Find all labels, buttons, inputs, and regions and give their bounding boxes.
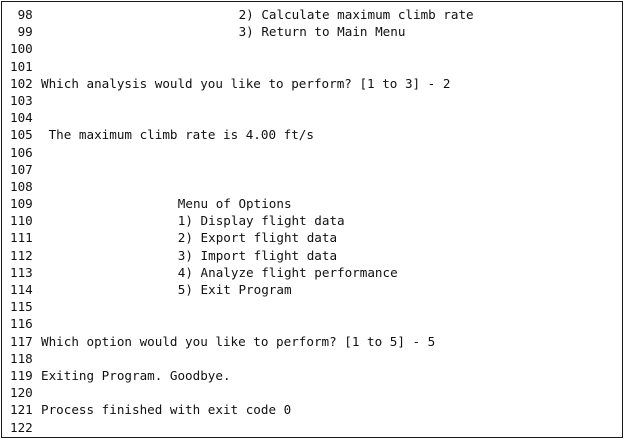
console-line: 122 (10, 419, 618, 436)
line-number: 108 (10, 178, 33, 194)
line-text: Exiting Program. Goodbye. (41, 367, 231, 383)
line-number: 99 (10, 24, 33, 40)
line-number: 101 (10, 58, 33, 74)
line-number: 116 (10, 316, 33, 332)
line-number: 122 (10, 419, 33, 435)
line-number: 105 (10, 127, 33, 143)
line-number: 102 (10, 75, 33, 91)
console-line: 110 1) Display flight data (10, 212, 618, 229)
line-number: 121 (10, 402, 33, 418)
line-number: 110 (10, 213, 33, 229)
console-line: 119 Exiting Program. Goodbye. (10, 367, 618, 384)
line-number: 118 (10, 350, 33, 366)
console-output: 98 2) Calculate maximum climb rate 99 3) R… (1, 1, 623, 438)
console-line: 102 Which analysis would you like to perf… (10, 75, 618, 92)
line-number: 106 (10, 144, 33, 160)
console-line: 109 Menu of Options (10, 195, 618, 212)
console-lines: 98 2) Calculate maximum climb rate 99 3) R… (10, 6, 618, 436)
console-line: 100 (10, 40, 618, 57)
line-number: 104 (10, 110, 33, 126)
console-line: 101 (10, 58, 618, 75)
line-text: Menu of Options (177, 196, 292, 212)
console-line: 104 (10, 109, 618, 126)
line-text: 2) Calculate maximum climb rate (238, 7, 474, 22)
console-line: 120 (10, 384, 618, 401)
console-line: 112 3) Import flight data (10, 247, 618, 264)
line-text: 4) Analyze flight performance (177, 264, 398, 280)
console-line: 118 (10, 350, 618, 367)
line-text: Process finished with exit code 0 (41, 402, 292, 418)
line-number: 98 (10, 7, 33, 22)
line-text: 3) Import flight data (177, 247, 338, 263)
console-line: 116 (10, 315, 618, 332)
console-line: 121 Process finished with exit code 0 (10, 401, 618, 418)
line-text: 3) Return to Main Menu (238, 24, 406, 40)
console-line: 108 (10, 178, 618, 195)
console-line: 103 (10, 92, 618, 109)
line-number: 100 (10, 41, 33, 57)
line-text: Which option would you like to perform? … (41, 333, 436, 349)
console-line: 113 4) Analyze flight performance (10, 264, 618, 281)
line-text: 2) Export flight data (177, 230, 338, 246)
line-number: 114 (10, 282, 33, 297)
line-text: 1) Display flight data (177, 213, 345, 229)
console-line: 111 2) Export flight data (10, 229, 618, 246)
line-text: Which analysis would you like to perform… (41, 75, 451, 91)
console-line: 114 5) Exit Program (10, 281, 618, 298)
console-line: 107 (10, 161, 618, 178)
line-number: 112 (10, 247, 33, 263)
line-number: 107 (10, 161, 33, 177)
line-number: 111 (10, 230, 33, 246)
line-number: 113 (10, 264, 33, 280)
line-number: 117 (10, 333, 33, 349)
line-number: 109 (10, 196, 33, 212)
console-line: 98 2) Calculate maximum climb rate (10, 6, 618, 23)
console-line: 117 Which option would you like to perfor… (10, 333, 618, 350)
console-line: 106 (10, 144, 618, 161)
line-number: 103 (10, 92, 33, 108)
line-text: 5) Exit Program (177, 282, 292, 297)
line-number: 115 (10, 299, 33, 315)
line-number: 120 (10, 385, 33, 401)
console-line: 105 The maximum climb rate is 4.00 ft/s (10, 126, 618, 143)
line-text: The maximum climb rate is 4.00 ft/s (48, 127, 314, 143)
console-line: 99 3) Return to Main Menu (10, 23, 618, 40)
line-number: 119 (10, 367, 33, 383)
console-line: 115 (10, 298, 618, 315)
